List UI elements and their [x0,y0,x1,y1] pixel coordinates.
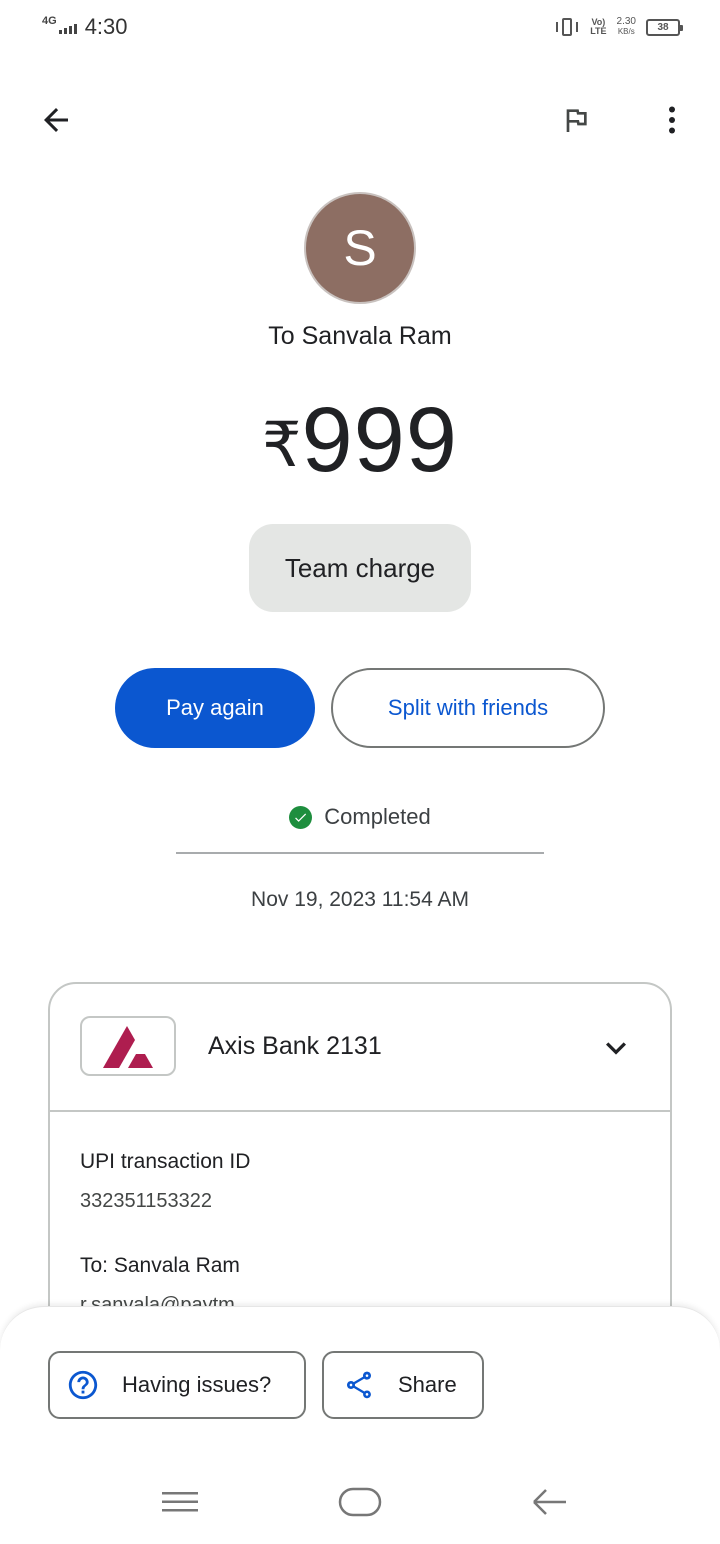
signal-icon [58,20,77,34]
volte-indicator: Vo) LTE [590,17,607,36]
battery-level: 38 [657,21,669,33]
pay-again-button[interactable]: Pay again [115,668,315,748]
bank-logo [80,1016,176,1076]
transaction-datetime: Nov 19, 2023 11:54 AM [251,888,469,911]
check-circle-icon [289,805,313,829]
flag-icon [566,109,587,132]
home-button[interactable] [330,1480,390,1524]
recipient-name: To Sanvala Ram [268,322,452,350]
menu-lines-icon [162,1492,198,1512]
upi-id-value: 332351153322 [80,1190,212,1212]
payment-note: Team charge [249,524,471,612]
to-label: To: Sanvala Ram [80,1254,240,1277]
divider [176,852,544,854]
having-issues-button[interactable]: Having issues? [48,1351,306,1419]
status-right: Vo) LTE 2.30 KB/s 38 [554,16,683,38]
recents-button[interactable] [150,1480,210,1524]
arrow-left-icon [44,108,68,132]
expand-button[interactable] [596,1028,636,1068]
axis-bank-logo-icon [103,1026,153,1068]
avatar-letter: S [343,220,377,276]
system-navigation-bar [0,1470,720,1534]
status-left: 4G 4:30 [42,14,128,40]
upi-id-label: UPI transaction ID [80,1150,251,1173]
currency-symbol: ₹ [262,411,302,480]
share-button[interactable]: Share [322,1351,484,1419]
avatar: S [304,192,416,304]
amount-value: 999 [301,389,458,491]
more-options-button[interactable] [648,96,696,144]
amount: ₹999 [0,390,720,517]
network-type: 4G [42,15,57,27]
more-vert-icon [669,106,675,134]
report-button[interactable] [552,96,600,144]
chevron-down-icon [606,1042,626,1055]
split-with-friends-button[interactable]: Split with friends [331,668,605,748]
share-label: Share [398,1372,457,1397]
status-time: 4:30 [84,14,128,39]
transaction-status: Completed [0,804,720,830]
system-back-button[interactable] [520,1480,580,1524]
bank-name: Axis Bank 2131 [208,1032,382,1060]
vibrate-icon [554,16,580,38]
status-bar: 4G 4:30 Vo) LTE 2.30 KB/s 38 [0,0,720,56]
having-issues-label: Having issues? [122,1372,272,1397]
home-pill-icon [338,1487,382,1517]
network-speed: 2.30 KB/s [616,16,636,37]
share-icon [342,1368,376,1402]
status-label: Completed [324,804,431,829]
bank-account-row[interactable]: Axis Bank 2131 [50,984,670,1112]
back-button[interactable] [32,96,80,144]
battery-icon: 38 [646,18,683,36]
help-circle-icon [66,1368,100,1402]
back-arrow-icon [533,1489,566,1515]
